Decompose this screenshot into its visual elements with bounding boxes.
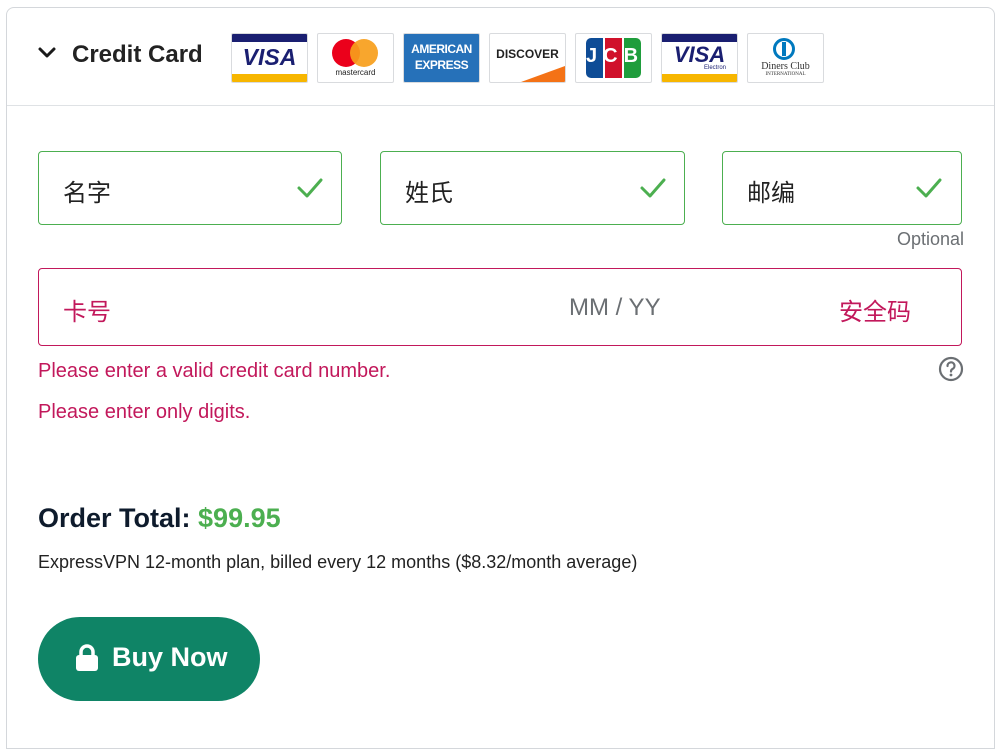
last-name-placeholder: 姓氏 bbox=[405, 179, 453, 207]
amex-logo: AMERICAN EXPRESS bbox=[403, 33, 480, 83]
payment-method-title: Credit Card bbox=[72, 41, 203, 68]
zip-code-placeholder: 邮编 bbox=[747, 179, 795, 207]
credit-card-header[interactable]: Credit Card VISA mastercard AMERICAN EXP… bbox=[7, 8, 994, 106]
diners-club-logo: Diners Club INTERNATIONAL bbox=[747, 33, 824, 83]
checkmark-icon bbox=[297, 178, 323, 198]
card-number-error: Please enter a valid credit card number. bbox=[38, 360, 391, 382]
credit-card-panel: Credit Card VISA mastercard AMERICAN EXP… bbox=[6, 7, 995, 749]
buy-now-button[interactable]: Buy Now bbox=[38, 617, 260, 701]
visa-logo: VISA bbox=[231, 33, 308, 83]
checkmark-icon bbox=[640, 178, 666, 198]
discover-logo: DISCOVER bbox=[489, 33, 566, 83]
cvc-input[interactable]: 安全码 bbox=[839, 292, 911, 327]
last-name-field[interactable]: 姓氏 bbox=[380, 151, 685, 225]
order-total-amount: $99.95 bbox=[198, 503, 281, 533]
plan-description: ExpressVPN 12-month plan, billed every 1… bbox=[38, 552, 638, 572]
card-details-field[interactable]: 卡号 MM / YY 安全码 bbox=[38, 268, 962, 346]
jcb-logo: JCB bbox=[575, 33, 652, 83]
order-total-label: Order Total: bbox=[38, 503, 191, 533]
zip-code-field[interactable]: 邮编 bbox=[722, 151, 962, 225]
lock-icon bbox=[76, 644, 98, 671]
help-question-icon[interactable] bbox=[938, 356, 964, 382]
checkmark-icon bbox=[916, 178, 942, 198]
mastercard-logo: mastercard bbox=[317, 33, 394, 83]
first-name-placeholder: 名字 bbox=[63, 179, 111, 207]
card-number-input[interactable]: 卡号 bbox=[63, 292, 111, 327]
first-name-field[interactable]: 名字 bbox=[38, 151, 342, 225]
chevron-down-icon[interactable] bbox=[37, 46, 57, 60]
visa-electron-logo: VISA Electron bbox=[661, 33, 738, 83]
digits-error: Please enter only digits. bbox=[38, 401, 251, 423]
expiry-input[interactable]: MM / YY bbox=[569, 294, 661, 322]
order-total: Order Total: $99.95 bbox=[38, 503, 281, 534]
zip-optional-note: Optional bbox=[896, 229, 964, 249]
buy-now-label: Buy Now bbox=[112, 642, 228, 672]
